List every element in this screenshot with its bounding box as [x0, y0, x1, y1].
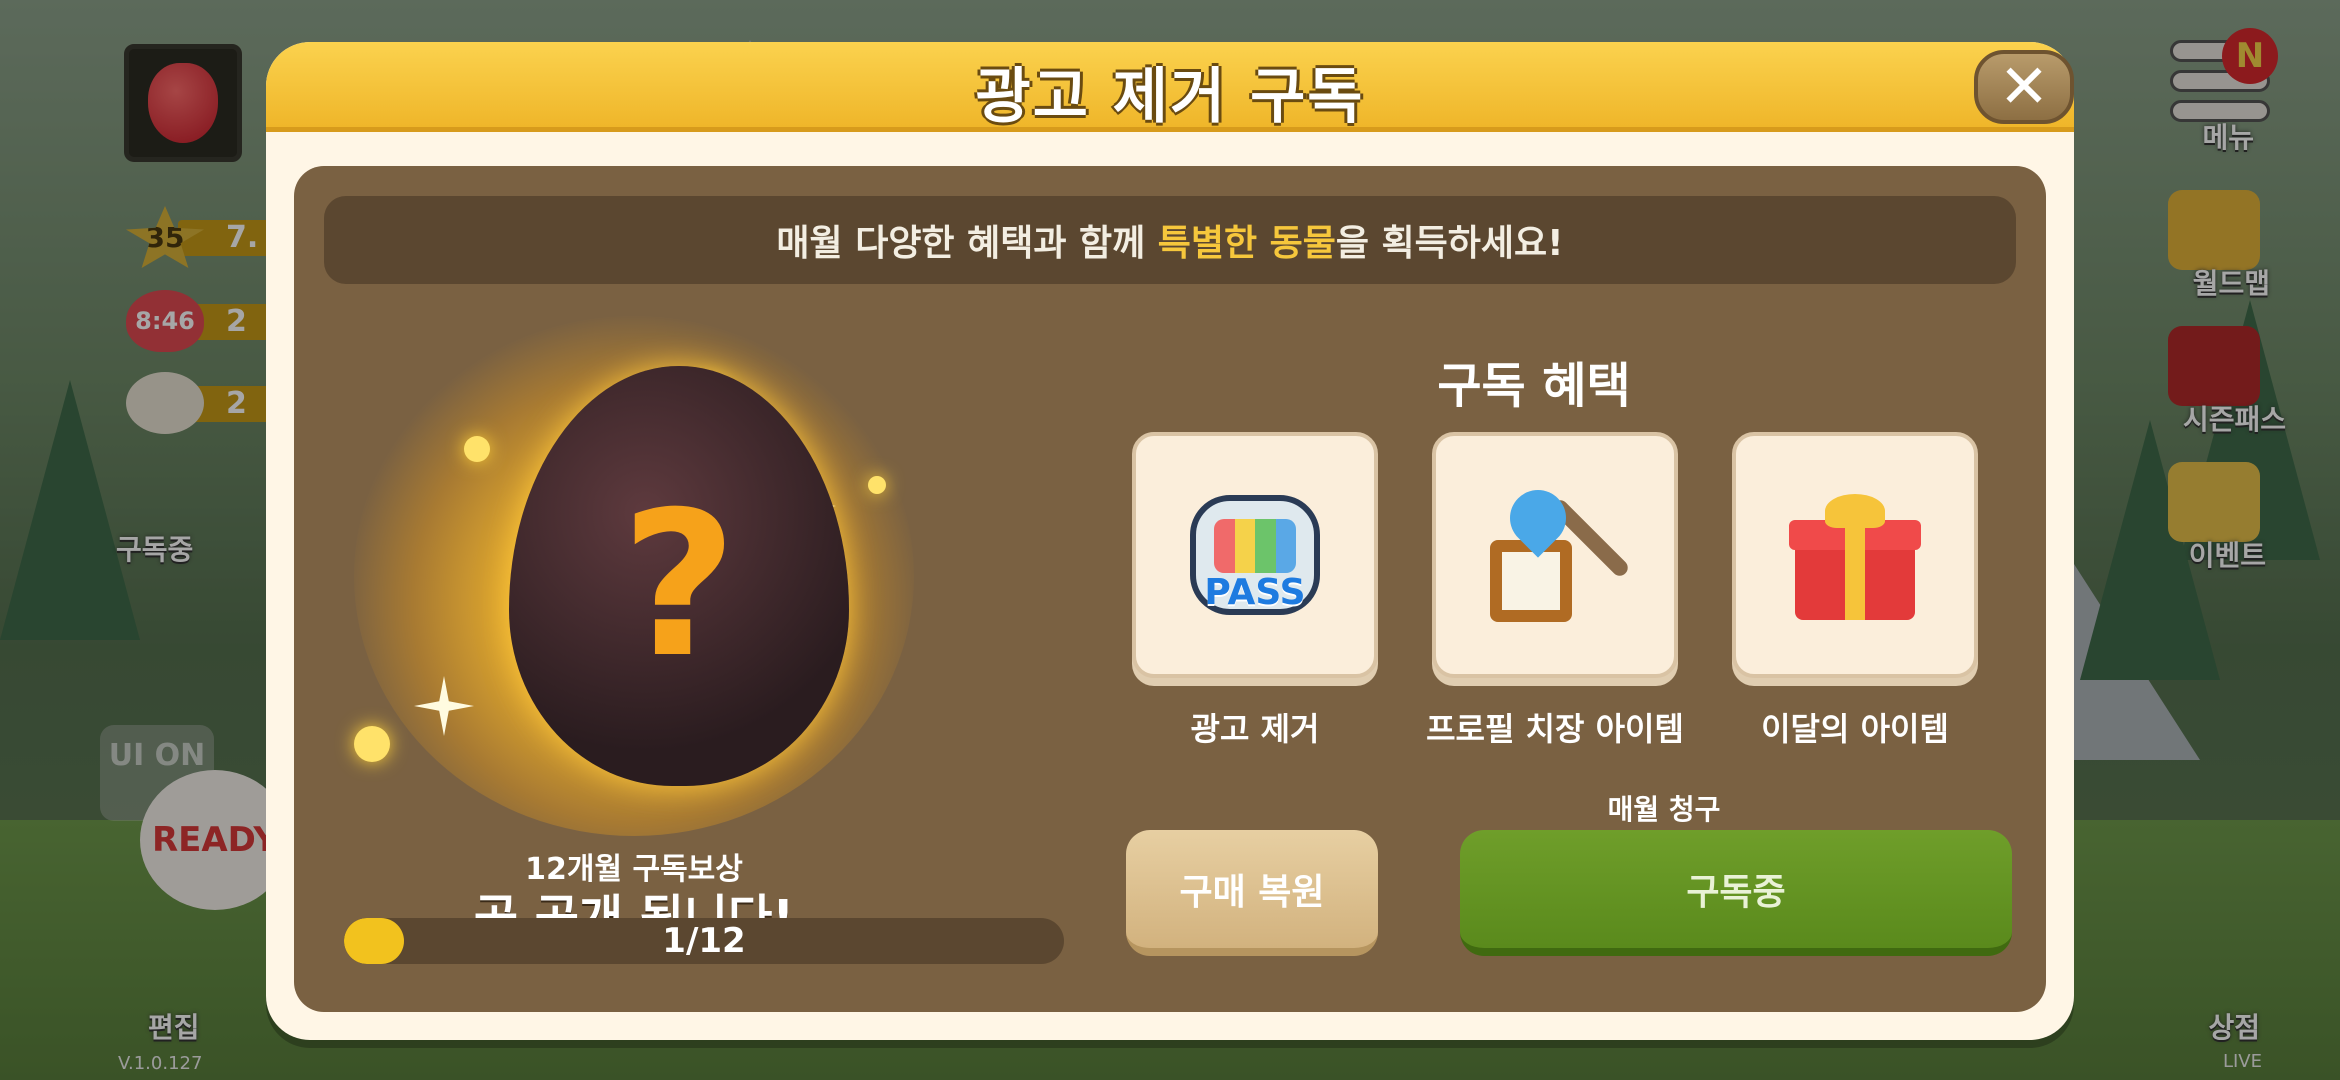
benefit-cards: PASS 광고 제거 프로필 치장 아이템 이달의 아이템: [1132, 432, 1982, 748]
sparkle-dot: [868, 476, 886, 494]
pass-tv-icon: PASS: [1190, 495, 1320, 615]
benefit-title: 구독 혜택: [1437, 358, 1631, 414]
frame-shape: [1490, 540, 1572, 622]
close-button[interactable]: ✕: [1974, 50, 2074, 124]
sparkle-dot: [464, 436, 490, 462]
paint-brush-frame-icon: [1480, 478, 1632, 630]
sparkle-dot: [354, 726, 390, 762]
question-mark-icon: ?: [620, 469, 737, 702]
modal-panel: 매월 다양한 혜택과 함께 특별한 동물 을 획득하세요! ? 12개월 구독보…: [294, 166, 2046, 1012]
restore-purchase-button[interactable]: 구매 복원: [1126, 830, 1378, 956]
tv-screen: [1214, 519, 1296, 573]
benefit-card-monthly-item[interactable]: [1732, 432, 1978, 678]
subscribe-button[interactable]: 구독중: [1460, 830, 2012, 956]
modal-title: 광고 제거 구독: [975, 62, 1365, 132]
benefit-label-profile-decor: 프로필 치장 아이템: [1426, 710, 1684, 748]
gift-ribbon: [1845, 520, 1865, 620]
gift-box-icon: [1785, 490, 1925, 620]
reward-progress-bar: 1/12: [344, 918, 1064, 964]
close-icon: ✕: [1998, 52, 2050, 122]
benefit-card-ad-removal[interactable]: PASS: [1132, 432, 1378, 678]
benefit-label-ad-removal: 광고 제거: [1190, 710, 1320, 748]
billing-label: 매월 청구: [1607, 793, 1721, 826]
benefit-label-monthly-item: 이달의 아이템: [1761, 710, 1949, 748]
benefit-card-profile-decor[interactable]: [1432, 432, 1678, 678]
progress-text: 1/12: [662, 921, 746, 961]
banner-text-suffix: 을 획득하세요!: [1335, 223, 1564, 264]
pass-text: PASS: [1204, 572, 1306, 613]
banner-highlight: 특별한 동물: [1157, 223, 1336, 264]
gift-bow: [1825, 494, 1885, 528]
info-banner: 매월 다양한 혜택과 함께 특별한 동물 을 획득하세요!: [324, 196, 2016, 284]
reward-egg-area: ?: [354, 316, 914, 836]
modal-header: 광고 제거 구독 ✕: [266, 42, 2074, 132]
banner-text-prefix: 매월 다양한 혜택과 함께: [776, 223, 1158, 264]
subscription-modal: 광고 제거 구독 ✕ 매월 다양한 혜택과 함께 특별한 동물 을 획득하세요!…: [266, 42, 2074, 1040]
